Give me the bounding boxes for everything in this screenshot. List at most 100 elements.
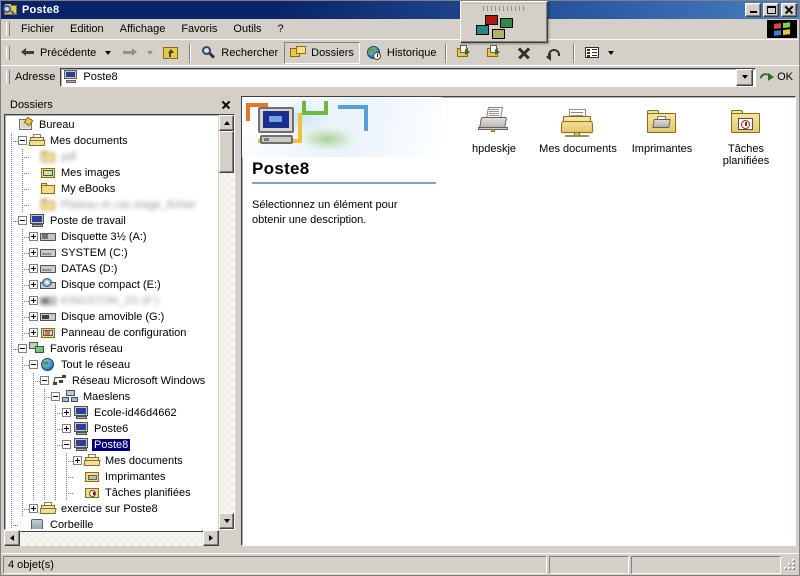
tree-collapse-toggle[interactable] <box>18 344 27 354</box>
tree-expand-toggle[interactable] <box>29 312 38 322</box>
file-list-pane[interactable]: Poste8 Sélectionnez un élément pour obte… <box>241 96 796 546</box>
maximize-button[interactable] <box>763 3 779 17</box>
tree-expand-toggle[interactable] <box>73 456 82 466</box>
views-dropdown-icon[interactable] <box>608 50 615 55</box>
tree-item[interactable]: Mes documents <box>7 452 218 469</box>
file-item[interactable]: hpdeskje <box>452 105 536 173</box>
menu-aide[interactable]: ? <box>270 21 292 37</box>
up-button[interactable] <box>156 42 186 64</box>
menu-outils[interactable]: Outils <box>225 21 269 37</box>
views-button[interactable] <box>578 42 623 64</box>
title-bar[interactable]: Poste8 <box>1 1 799 19</box>
folders-tree[interactable]: Bureau Mes documents pdf Mes images My eBook… <box>4 113 235 530</box>
tree-item[interactable]: Bureau <box>7 116 218 133</box>
tree-scroll-left-button[interactable] <box>4 530 20 546</box>
close-folders-pane-icon[interactable] <box>219 98 233 112</box>
tree-scroll-down-button[interactable] <box>219 513 234 529</box>
tree-item[interactable]: exercice sur Poste8 <box>7 500 218 517</box>
file-item[interactable]: Imprimantes <box>620 105 704 173</box>
tree-expand-toggle[interactable] <box>29 504 38 514</box>
toolbar-grip[interactable] <box>4 45 11 61</box>
tree-collapse-toggle[interactable] <box>51 392 60 402</box>
move-to-button[interactable] <box>450 42 480 64</box>
tree-item[interactable]: Mes documents <box>7 132 218 149</box>
tree-item[interactable]: Disque compact (E:) <box>7 276 218 293</box>
tree-expand-toggle[interactable] <box>29 280 38 290</box>
menu-fichier[interactable]: Fichier <box>13 21 62 37</box>
palette-swatch-olive[interactable] <box>492 29 505 39</box>
tree-item[interactable]: Poste de travail <box>7 212 218 229</box>
tree-item[interactable]: Ecole-id46d4662 <box>7 404 218 421</box>
menu-affichage[interactable]: Affichage <box>112 21 174 37</box>
tree-collapse-toggle[interactable] <box>29 360 38 370</box>
search-button[interactable]: Rechercher <box>194 42 284 64</box>
back-dropdown-icon[interactable] <box>105 50 112 55</box>
tree-scroll-right-button[interactable] <box>203 530 219 546</box>
tree-expand-toggle[interactable] <box>62 424 71 434</box>
tree-item[interactable]: Disque amovible (G:) <box>7 308 218 325</box>
tree-item[interactable]: My eBooks <box>7 180 218 197</box>
tree-horizontal-scrollbar[interactable] <box>4 530 235 546</box>
undo-button[interactable] <box>540 42 570 64</box>
tree-item[interactable]: Panneau de configuration <box>7 324 218 341</box>
menu-bar: Fichier Edition Affichage Favoris Outils… <box>1 19 799 39</box>
tree-expand-toggle[interactable] <box>29 264 38 274</box>
tree-scroll-track[interactable] <box>219 130 234 513</box>
tree-item[interactable]: Mes images <box>7 164 218 181</box>
minimize-button[interactable] <box>745 3 761 17</box>
floating-color-palette[interactable] <box>460 1 548 43</box>
menu-favoris[interactable]: Favoris <box>173 21 225 37</box>
tree-scroll-thumb[interactable] <box>219 130 234 173</box>
tree-item[interactable]: Tâches planifiées <box>7 484 218 501</box>
palette-swatch-teal[interactable] <box>476 25 489 35</box>
tree-item[interactable]: Réseau Microsoft Windows <box>7 372 218 389</box>
address-grip[interactable] <box>4 69 11 85</box>
forward-button[interactable] <box>114 42 144 64</box>
menu-edition[interactable]: Edition <box>62 21 112 37</box>
go-button[interactable]: OK <box>756 70 797 84</box>
folders-button[interactable]: Dossiers <box>284 41 360 64</box>
tree-item[interactable]: Poste6 <box>7 420 218 437</box>
tree-hscroll-track[interactable] <box>20 530 203 546</box>
close-button[interactable] <box>781 3 797 17</box>
search-icon <box>200 45 218 61</box>
tree-scroll-up-button[interactable] <box>219 114 234 131</box>
tree-collapse-toggle[interactable] <box>18 216 27 226</box>
tree-item[interactable]: Maeslens <box>7 388 218 405</box>
tree-item[interactable]: pdf <box>7 148 218 165</box>
tree-collapse-toggle[interactable] <box>40 376 49 386</box>
tree-item[interactable]: Favoris réseau <box>7 340 218 357</box>
tree-hscroll-thumb[interactable] <box>20 530 203 532</box>
file-item[interactable]: Tâches planifiées <box>704 105 788 173</box>
tree-item[interactable]: Tout le réseau <box>7 356 218 373</box>
delete-button[interactable] <box>510 42 540 64</box>
tree-vertical-scrollbar[interactable] <box>218 114 234 529</box>
tree-item[interactable]: KINGSTON_2G (F:) <box>7 292 218 309</box>
tree-expand-toggle[interactable] <box>29 328 38 338</box>
back-button[interactable]: Précédente <box>13 42 102 64</box>
file-item[interactable]: Mes documents <box>536 105 620 173</box>
tree-item[interactable]: DATAS (D:) <box>7 260 218 277</box>
menu-grip[interactable] <box>4 21 11 37</box>
tree-item[interactable]: Disquette 3½ (A:) <box>7 228 218 245</box>
palette-swatch-green[interactable] <box>500 18 513 28</box>
tree-item[interactable]: Imprimantes <box>7 468 218 485</box>
palette-title-bar[interactable] <box>463 3 545 12</box>
tree-expand-toggle[interactable] <box>29 296 38 306</box>
address-dropdown-button[interactable] <box>736 68 754 86</box>
tree-item[interactable]: SYSTEM (C:) <box>7 244 218 261</box>
tree-expand-toggle[interactable] <box>62 408 71 418</box>
copy-to-button[interactable] <box>480 42 510 64</box>
palette-swatch-red[interactable] <box>485 15 498 25</box>
tree-item[interactable]: Poste8 <box>7 436 218 453</box>
tree-expand-toggle[interactable] <box>29 248 38 258</box>
tree-expand-toggle[interactable] <box>29 232 38 242</box>
tree-collapse-toggle[interactable] <box>18 136 27 146</box>
tree-item[interactable]: Plateau et cas stage_fichier <box>7 196 218 213</box>
history-button[interactable]: Historique <box>360 42 443 64</box>
tree-collapse-toggle[interactable] <box>62 440 71 450</box>
address-input[interactable]: Poste8 <box>60 67 757 87</box>
tree-item[interactable]: Corbeille <box>7 516 218 529</box>
forward-dropdown-icon[interactable] <box>147 50 154 55</box>
resize-grip[interactable] <box>783 558 797 572</box>
